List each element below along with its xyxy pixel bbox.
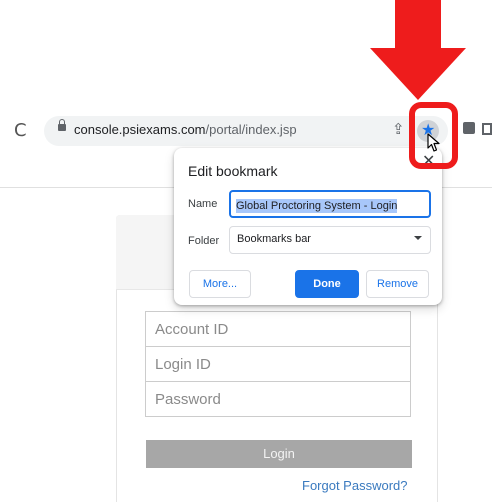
chevron-down-icon <box>414 236 422 240</box>
window-icon[interactable] <box>482 123 492 135</box>
more-button[interactable]: More... <box>189 270 251 298</box>
url-text[interactable]: console.psiexams.com/portal/index.jsp <box>74 122 297 137</box>
login-button[interactable]: Login <box>146 440 412 468</box>
cursor-icon <box>427 133 440 152</box>
annotation-arrow-head <box>370 48 466 100</box>
puzzle-icon[interactable] <box>463 122 475 134</box>
login-id-field[interactable]: Login ID <box>145 346 411 382</box>
url-host: console.psiexams.com <box>74 122 206 137</box>
forgot-password-link[interactable]: Forgot Password? <box>302 478 408 493</box>
annotation-arrow-shaft <box>395 0 441 50</box>
folder-label: Folder <box>188 235 220 247</box>
folder-select[interactable]: Bookmarks bar <box>229 226 431 254</box>
lock-icon[interactable] <box>58 119 66 131</box>
account-id-field[interactable]: Account ID <box>145 311 411 347</box>
done-button[interactable]: Done <box>295 270 359 298</box>
dialog-title: Edit bookmark <box>188 163 278 179</box>
name-label: Name <box>188 198 218 210</box>
bookmark-name-value: Global Proctoring System - Login <box>236 199 398 213</box>
bookmark-name-input[interactable]: Global Proctoring System - Login <box>229 190 431 218</box>
share-icon[interactable]: ⇪ <box>392 120 405 138</box>
reload-icon[interactable]: C <box>14 120 27 141</box>
remove-button[interactable]: Remove <box>366 270 429 298</box>
password-field[interactable]: Password <box>145 381 411 417</box>
url-path: /portal/index.jsp <box>205 122 297 137</box>
